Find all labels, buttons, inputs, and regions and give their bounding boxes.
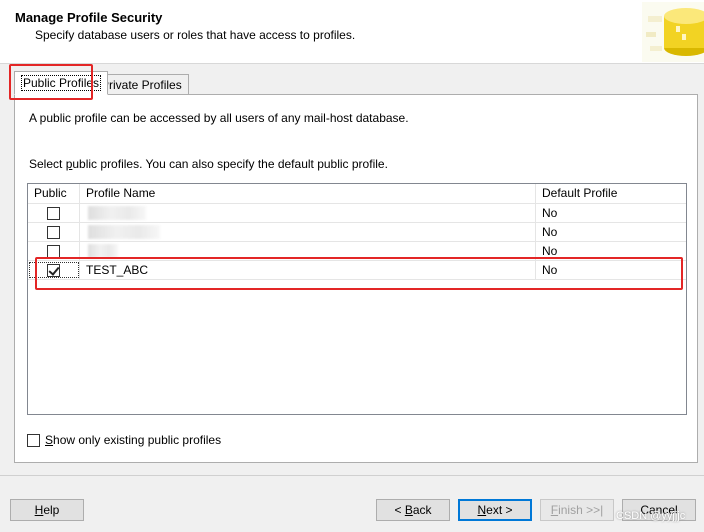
public-cell[interactable] (28, 223, 80, 241)
public-cell[interactable] (28, 204, 80, 222)
show-only-label: Show only existing public profiles (45, 433, 221, 447)
grid-header: Public Profile Name Default Profile (28, 184, 686, 204)
back-text: ack (412, 503, 432, 517)
tab-private-profiles-label: Private Profiles (101, 78, 182, 92)
instruction-text-a: Select (29, 157, 66, 171)
show-only-checkbox[interactable] (27, 434, 40, 447)
back-mnemonic: B (404, 503, 413, 517)
panel-description: A public profile can be accessed by all … (29, 111, 409, 125)
back-button[interactable]: < Back (376, 499, 450, 521)
profile-name-cell[interactable] (80, 223, 536, 241)
profile-name-cell[interactable] (80, 204, 536, 222)
show-only-text: how only existing public profiles (53, 433, 222, 447)
public-checkbox[interactable] (47, 207, 60, 220)
tab-annotation-highlight (9, 64, 93, 100)
col-header-public[interactable]: Public (28, 184, 80, 203)
database-icon (642, 2, 704, 62)
help-button[interactable]: Help (10, 499, 84, 521)
redacted-name (88, 225, 160, 239)
redacted-name (88, 206, 146, 220)
finish-mnemonic: F (550, 503, 559, 517)
footer-divider (0, 475, 704, 476)
watermark: CSDN @yyjjjc (616, 510, 686, 522)
next-text: ext > (486, 503, 513, 517)
col-header-profile-name[interactable]: Profile Name (80, 184, 536, 203)
page-subtitle: Specify database users or roles that hav… (35, 28, 356, 42)
table-row[interactable]: No (28, 204, 686, 223)
tab-private-profiles[interactable]: Private Profiles (94, 74, 189, 96)
table-row[interactable]: No (28, 223, 686, 242)
public-checkbox[interactable] (47, 226, 60, 239)
default-profile-cell[interactable]: No (536, 204, 686, 222)
page-title: Manage Profile Security (15, 10, 163, 25)
next-button[interactable]: Next > (458, 499, 532, 521)
redacted-name (88, 244, 118, 258)
col-header-default-profile[interactable]: Default Profile (536, 184, 686, 203)
show-only-mnemonic: S (45, 433, 54, 447)
help-text: elp (43, 503, 60, 517)
default-profile-cell[interactable]: No (536, 223, 686, 241)
profiles-grid[interactable]: Public Profile Name Default Profile No N… (27, 183, 687, 415)
panel-instruction: Select public profiles. You can also spe… (29, 157, 388, 171)
back-prefix: < (394, 503, 405, 517)
wizard-header: Manage Profile Security Specify database… (0, 0, 704, 64)
row-annotation-highlight (35, 257, 683, 290)
finish-text: inish >>| (558, 503, 604, 517)
finish-button: Finish >>| (540, 499, 614, 521)
instruction-text-b: ublic profiles. You can also specify the… (72, 157, 388, 171)
next-mnemonic: N (477, 503, 487, 517)
